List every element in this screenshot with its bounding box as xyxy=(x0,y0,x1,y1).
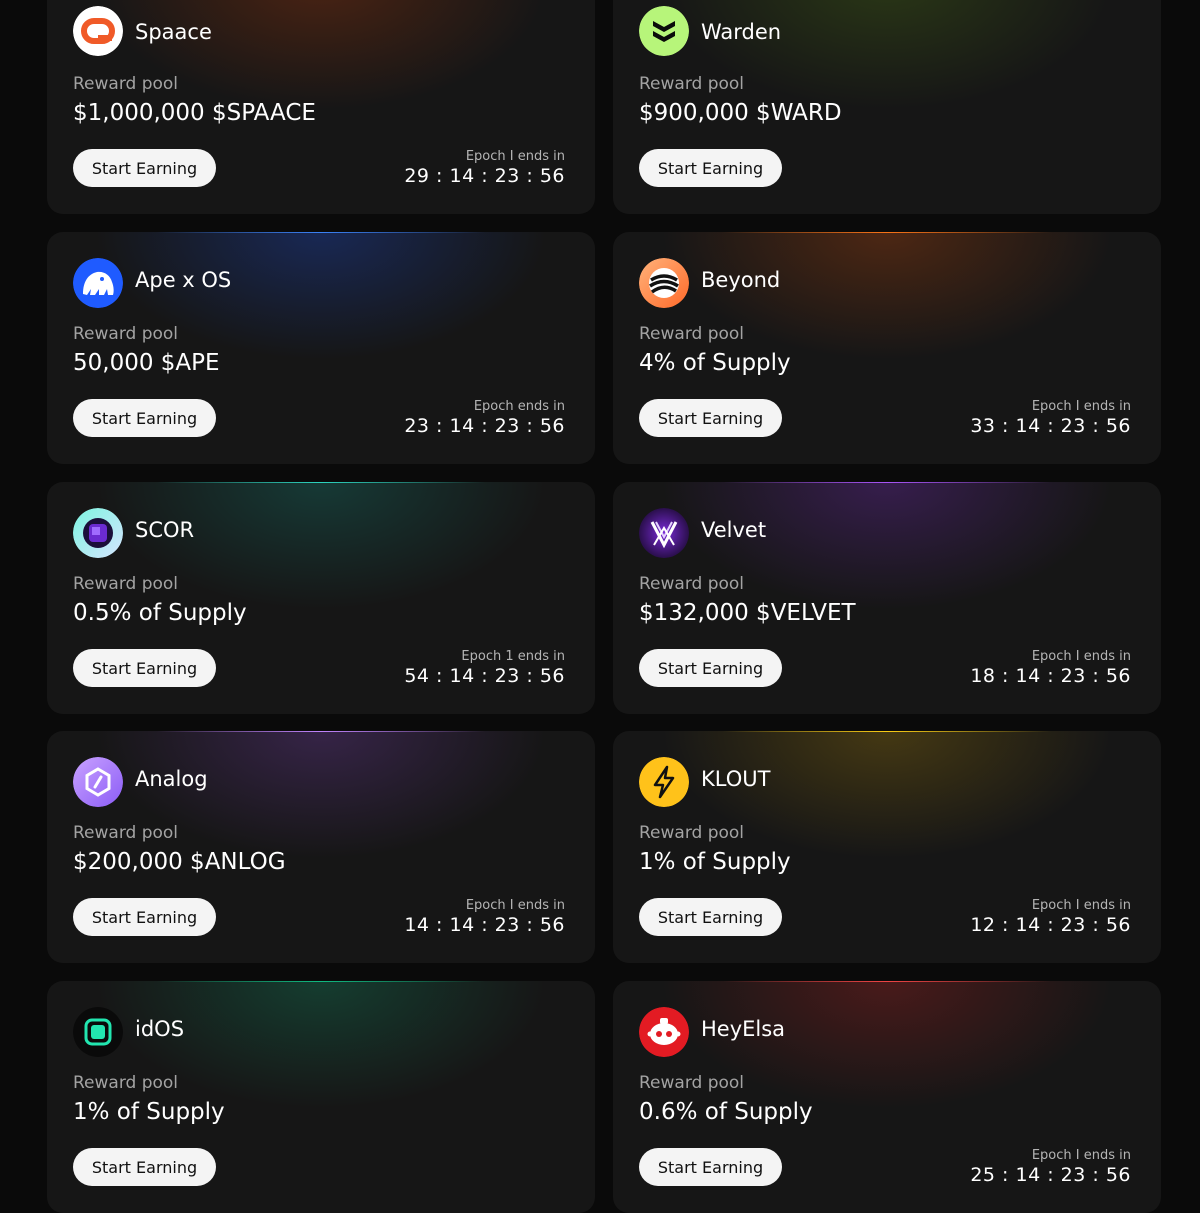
epoch-label: Epoch 1 ends in xyxy=(461,649,565,664)
epoch-countdown: Epoch I ends in 29 : 14 : 23 : 56 xyxy=(404,149,565,187)
epoch-countdown: Epoch I ends in 25 : 14 : 23 : 56 xyxy=(970,1148,1131,1186)
project-name: Ape x OS xyxy=(135,268,232,292)
epoch-label: Epoch I ends in xyxy=(1031,399,1131,414)
epoch-timer: 23 : 14 : 23 : 56 xyxy=(404,415,565,437)
start-earning-button[interactable]: Start Earning xyxy=(639,399,782,437)
reward-pool-value: 50,000 $APE xyxy=(73,350,220,376)
reward-pool-label: Reward pool xyxy=(639,823,745,843)
velvet-logo-icon xyxy=(639,508,689,558)
campaign-card-warden: Warden Reward pool $900,000 $WARD Start … xyxy=(613,0,1161,214)
reward-pool-label: Reward pool xyxy=(73,1073,179,1093)
card-top-highlight xyxy=(157,482,485,483)
project-name: SCOR xyxy=(135,518,195,542)
reward-pool-value: $1,000,000 $SPAACE xyxy=(73,100,316,126)
reward-pool-value: 1% of Supply xyxy=(73,1099,225,1125)
campaign-card-klout: KLOUT Reward pool 1% of Supply Start Ear… xyxy=(613,731,1161,963)
reward-pool-value: $900,000 $WARD xyxy=(639,100,842,126)
start-earning-button[interactable]: Start Earning xyxy=(639,1148,782,1186)
reward-pool-value: 0.6% of Supply xyxy=(639,1099,813,1125)
campaign-card-heyelsa: HeyElsa Reward pool 0.6% of Supply Start… xyxy=(613,981,1161,1213)
card-top-highlight xyxy=(723,981,1051,982)
reward-pool-label: Reward pool xyxy=(639,324,745,344)
project-name: idOS xyxy=(135,1017,185,1041)
analog-logo-icon xyxy=(73,757,123,807)
project-name: Analog xyxy=(135,767,208,791)
epoch-timer: 18 : 14 : 23 : 56 xyxy=(970,665,1131,687)
card-top-highlight xyxy=(723,482,1051,483)
campaign-card-beyond: Beyond Reward pool 4% of Supply Start Ea… xyxy=(613,232,1161,464)
reward-pool-label: Reward pool xyxy=(73,74,179,94)
reward-pool-value: 0.5% of Supply xyxy=(73,600,247,626)
reward-pool-label: Reward pool xyxy=(73,823,179,843)
project-name: Velvet xyxy=(701,518,767,542)
epoch-label: Epoch I ends in xyxy=(465,149,565,164)
start-earning-button[interactable]: Start Earning xyxy=(73,149,216,187)
reward-pool-value: $132,000 $VELVET xyxy=(639,600,856,626)
epoch-timer: 12 : 14 : 23 : 56 xyxy=(970,914,1131,936)
ape-logo-icon xyxy=(73,258,123,308)
project-name: KLOUT xyxy=(701,767,771,791)
reward-pool-value: 4% of Supply xyxy=(639,350,791,376)
reward-pool-label: Reward pool xyxy=(639,74,745,94)
epoch-label: Epoch I ends in xyxy=(1031,1148,1131,1163)
beyond-logo-icon xyxy=(639,258,689,308)
project-name: Warden xyxy=(701,20,782,44)
epoch-countdown: Epoch I ends in 14 : 14 : 23 : 56 xyxy=(404,898,565,936)
start-earning-button[interactable]: Start Earning xyxy=(73,399,216,437)
card-top-highlight xyxy=(723,232,1051,233)
campaign-card-spaace: Spaace Reward pool $1,000,000 $SPAACE St… xyxy=(47,0,595,214)
project-name: Spaace xyxy=(135,20,212,44)
card-top-highlight xyxy=(157,981,485,982)
epoch-label: Epoch ends in xyxy=(473,399,565,414)
start-earning-button[interactable]: Start Earning xyxy=(73,1148,216,1186)
reward-pool-label: Reward pool xyxy=(639,1073,745,1093)
spaace-logo-icon xyxy=(73,6,123,56)
epoch-countdown: Epoch I ends in 12 : 14 : 23 : 56 xyxy=(970,898,1131,936)
reward-pool-label: Reward pool xyxy=(639,574,745,594)
heyelsa-logo-icon xyxy=(639,1007,689,1057)
campaign-card-analog: Analog Reward pool $200,000 $ANLOG Start… xyxy=(47,731,595,963)
campaign-grid: Spaace Reward pool $1,000,000 $SPAACE St… xyxy=(0,0,1200,1213)
warden-logo-icon xyxy=(639,6,689,56)
project-name: Beyond xyxy=(701,268,781,292)
idos-logo-icon xyxy=(73,1007,123,1057)
reward-pool-value: 1% of Supply xyxy=(639,849,791,875)
campaign-card-velvet: Velvet Reward pool $132,000 $VELVET Star… xyxy=(613,482,1161,714)
klout-logo-icon xyxy=(639,757,689,807)
campaign-card-scor: SCOR Reward pool 0.5% of Supply Start Ea… xyxy=(47,482,595,714)
start-earning-button[interactable]: Start Earning xyxy=(639,649,782,687)
card-top-highlight xyxy=(157,731,485,732)
epoch-countdown: Epoch 1 ends in 54 : 14 : 23 : 56 xyxy=(404,649,565,687)
epoch-countdown: Epoch ends in 23 : 14 : 23 : 56 xyxy=(404,399,565,437)
epoch-label: Epoch I ends in xyxy=(465,898,565,913)
epoch-label: Epoch I ends in xyxy=(1031,649,1131,664)
campaign-card-idos: idOS Reward pool 1% of Supply Start Earn… xyxy=(47,981,595,1213)
reward-pool-label: Reward pool xyxy=(73,324,179,344)
epoch-timer: 54 : 14 : 23 : 56 xyxy=(404,665,565,687)
start-earning-button[interactable]: Start Earning xyxy=(639,898,782,936)
epoch-countdown: Epoch I ends in 18 : 14 : 23 : 56 xyxy=(970,649,1131,687)
project-name: HeyElsa xyxy=(701,1017,786,1041)
epoch-timer: 29 : 14 : 23 : 56 xyxy=(404,165,565,187)
epoch-timer: 25 : 14 : 23 : 56 xyxy=(970,1164,1131,1186)
start-earning-button[interactable]: Start Earning xyxy=(73,649,216,687)
campaign-card-ape-x-os: Ape x OS Reward pool 50,000 $APE Start E… xyxy=(47,232,595,464)
start-earning-button[interactable]: Start Earning xyxy=(639,149,782,187)
card-top-highlight xyxy=(723,731,1051,732)
epoch-timer: 14 : 14 : 23 : 56 xyxy=(404,914,565,936)
reward-pool-value: $200,000 $ANLOG xyxy=(73,849,286,875)
reward-pool-label: Reward pool xyxy=(73,574,179,594)
epoch-timer: 33 : 14 : 23 : 56 xyxy=(970,415,1131,437)
epoch-countdown: Epoch I ends in 33 : 14 : 23 : 56 xyxy=(970,399,1131,437)
epoch-label: Epoch I ends in xyxy=(1031,898,1131,913)
start-earning-button[interactable]: Start Earning xyxy=(73,898,216,936)
card-top-highlight xyxy=(157,232,485,233)
scor-logo-icon xyxy=(73,508,123,558)
